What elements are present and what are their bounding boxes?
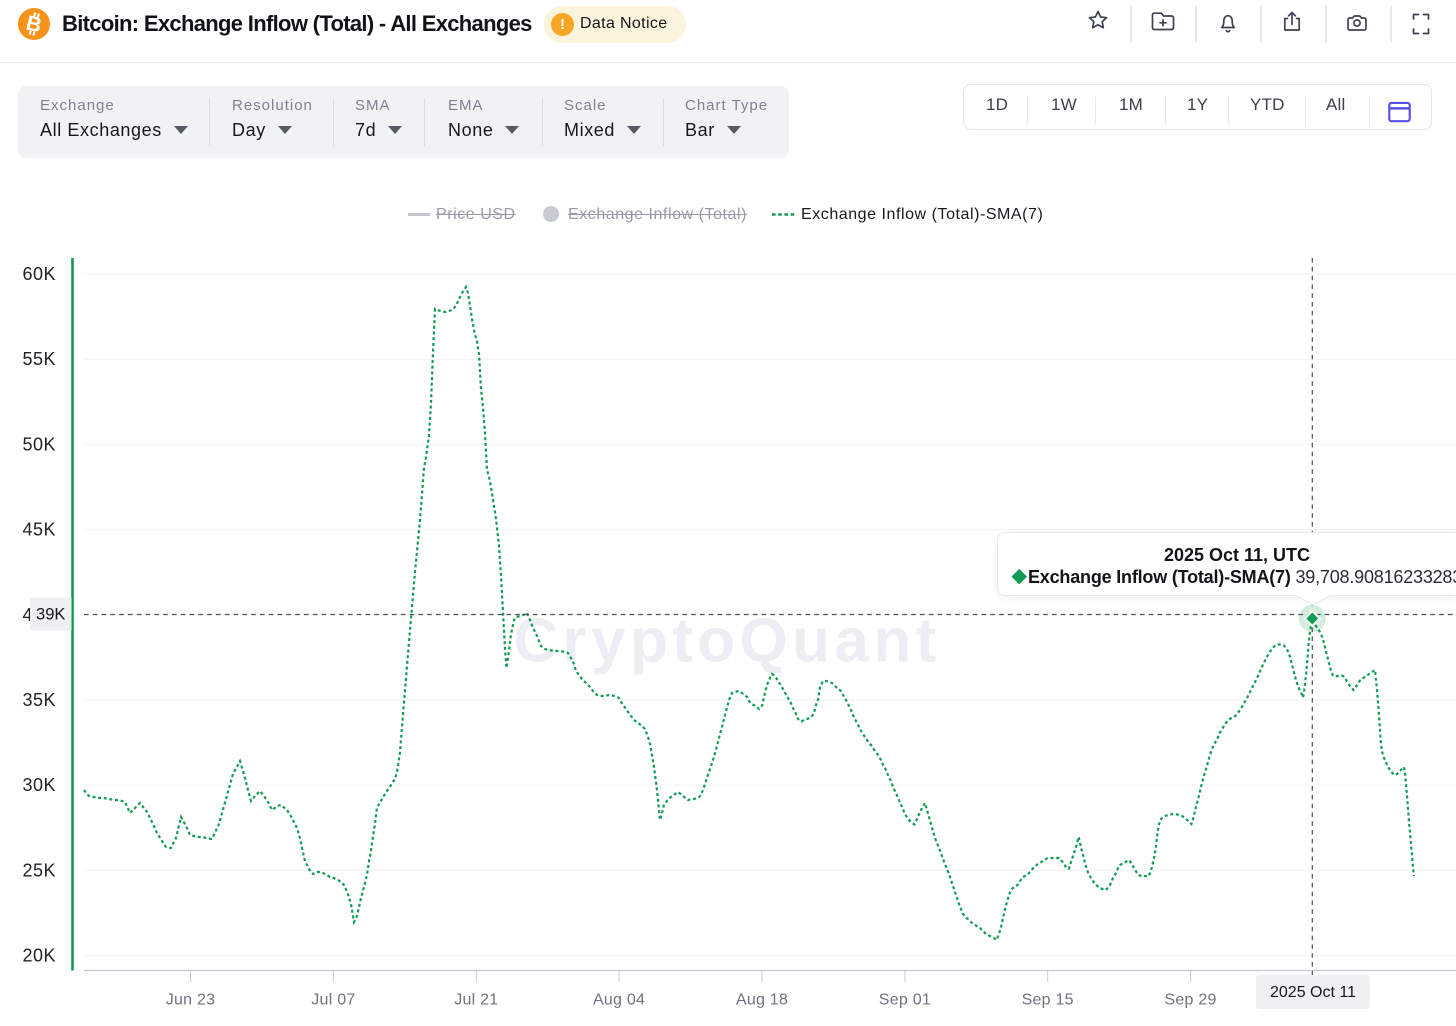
svg-text:Jun 23: Jun 23 [166,992,216,1009]
svg-text:Jul 21: Jul 21 [454,992,498,1009]
svg-text:20K: 20K [22,945,56,965]
svg-text:30K: 30K [22,775,56,795]
svg-text:CryptoQuant: CryptoQuant [513,607,940,676]
svg-text:Aug 18: Aug 18 [736,992,788,1009]
svg-text:Aug 04: Aug 04 [593,992,645,1009]
svg-text:Sep 29: Sep 29 [1164,992,1216,1009]
svg-text:35K: 35K [22,690,56,710]
svg-text:50K: 50K [22,434,56,454]
svg-text:2025 Oct 11: 2025 Oct 11 [1270,984,1356,1001]
svg-text:Sep 15: Sep 15 [1022,992,1074,1009]
svg-text:45K: 45K [22,520,56,540]
svg-text:25K: 25K [22,860,56,880]
svg-text:39K: 39K [36,606,65,624]
svg-text:Sep 01: Sep 01 [879,992,931,1009]
svg-text:Jul 07: Jul 07 [311,992,355,1009]
svg-text:55K: 55K [22,349,56,369]
svg-text:60K: 60K [22,264,56,284]
